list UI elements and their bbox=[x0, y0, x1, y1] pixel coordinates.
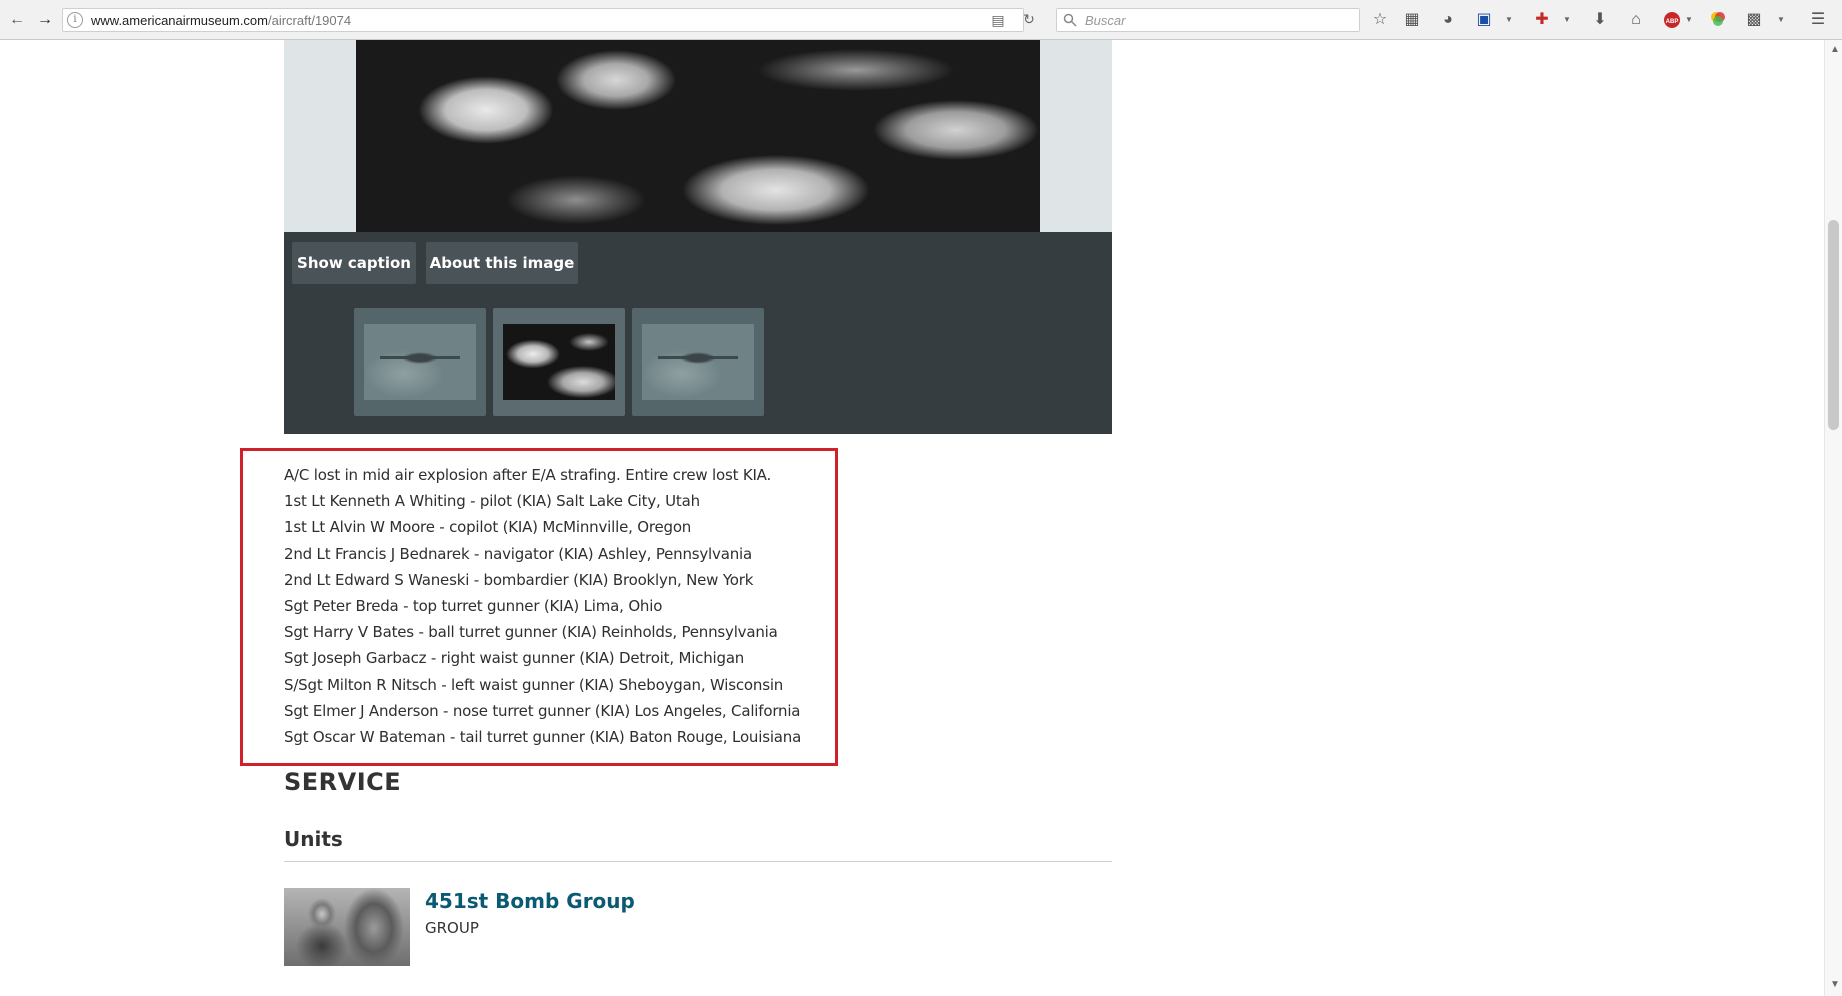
clipboard-icon[interactable]: ▩ bbox=[1744, 10, 1764, 30]
caption-line: Sgt Joseph Garbacz - right waist gunner … bbox=[284, 649, 745, 668]
about-image-button[interactable]: About this image bbox=[426, 242, 578, 284]
unit-photo[interactable] bbox=[284, 888, 410, 966]
search-bar[interactable]: Buscar bbox=[1056, 8, 1360, 32]
url-path: /aircraft/19074 bbox=[268, 13, 352, 28]
caption-line: Sgt Elmer J Anderson - nose turret gunne… bbox=[284, 701, 801, 720]
caption-line: Sgt Peter Breda - top turret gunner (KIA… bbox=[284, 596, 663, 615]
color-wheel-graphic bbox=[1711, 12, 1725, 26]
image-viewer bbox=[284, 40, 1112, 232]
clipboard-dropdown-icon[interactable]: ▼ bbox=[1776, 10, 1786, 30]
caption-line: 1st Lt Alvin W Moore - copilot (KIA) McM… bbox=[284, 518, 692, 537]
first-aid-icon[interactable]: ✚ bbox=[1532, 10, 1552, 30]
back-arrow-icon[interactable]: ← bbox=[6, 9, 28, 31]
browser-toolbar: ← → i www.americanairmuseum.com/aircraft… bbox=[0, 0, 1842, 40]
url-text[interactable]: www.americanairmuseum.com/aircraft/19074 bbox=[91, 13, 351, 28]
scroll-thumb[interactable] bbox=[1828, 220, 1839, 430]
unit-link[interactable]: 451st Bomb Group bbox=[425, 889, 635, 913]
hamburger-menu-icon[interactable]: ☰ bbox=[1808, 10, 1828, 30]
caption-line: A/C lost in mid air explosion after E/A … bbox=[284, 466, 772, 484]
home-icon[interactable]: ⌂ bbox=[1626, 10, 1646, 30]
adblock-dropdown-icon[interactable]: ▼ bbox=[1684, 10, 1694, 30]
pocket-icon[interactable]: ◕ bbox=[1438, 10, 1458, 30]
download-icon[interactable]: ⬇ bbox=[1590, 10, 1610, 30]
thumbnail-2[interactable] bbox=[493, 308, 625, 416]
thumbnail-image bbox=[364, 324, 476, 400]
image-controls-panel: Show caption About this image bbox=[284, 232, 1112, 434]
caption-line: 1st Lt Kenneth A Whiting - pilot (KIA) S… bbox=[284, 492, 700, 511]
save-disk-icon[interactable]: ▣ bbox=[1474, 10, 1494, 30]
units-heading: Units bbox=[284, 827, 343, 851]
thumbnail-image bbox=[503, 324, 615, 400]
first-aid-dropdown-icon[interactable]: ▼ bbox=[1562, 10, 1572, 30]
thumbnail-image bbox=[642, 324, 754, 400]
url-bar[interactable]: i www.americanairmuseum.com/aircraft/190… bbox=[62, 8, 1024, 32]
reload-icon[interactable]: ↻ bbox=[1020, 11, 1038, 27]
adblock-label: ABP bbox=[1666, 19, 1679, 25]
show-caption-button[interactable]: Show caption bbox=[292, 242, 416, 284]
thumbnail-3[interactable] bbox=[632, 308, 764, 416]
adblock-icon[interactable]: ABP bbox=[1662, 10, 1682, 30]
thumbnail-1[interactable] bbox=[354, 308, 486, 416]
section-divider bbox=[284, 861, 1112, 862]
caption-line: 2nd Lt Edward S Waneski - bombardier (KI… bbox=[284, 570, 754, 589]
caption-line: S/Sgt Milton R Nitsch - left waist gunne… bbox=[284, 675, 784, 694]
search-icon bbox=[1063, 13, 1077, 27]
search-placeholder: Buscar bbox=[1085, 13, 1126, 28]
caption-line: 2nd Lt Francis J Bednarek - navigator (K… bbox=[284, 544, 752, 563]
scroll-down-arrow-icon[interactable]: ▼ bbox=[1830, 979, 1840, 990]
aircraft-caption: A/C lost in mid air explosion after E/A … bbox=[284, 462, 844, 750]
caption-line: Sgt Oscar W Bateman - tail turret gunner… bbox=[284, 727, 802, 746]
caption-line: Sgt Harry V Bates - ball turret gunner (… bbox=[284, 623, 778, 642]
main-aircraft-photo[interactable] bbox=[356, 40, 1040, 232]
color-wheel-icon[interactable] bbox=[1708, 10, 1728, 30]
bookmarks-list-icon[interactable]: ▦ bbox=[1402, 10, 1422, 30]
scroll-up-arrow-icon[interactable]: ▲ bbox=[1830, 44, 1840, 55]
info-icon[interactable]: i bbox=[67, 12, 83, 28]
forward-arrow-icon[interactable]: → bbox=[34, 9, 56, 31]
bookmark-star-icon[interactable]: ☆ bbox=[1370, 10, 1390, 30]
service-heading: SERVICE bbox=[284, 768, 402, 796]
reader-view-icon[interactable]: ▤ bbox=[989, 12, 1007, 28]
unit-type-label: GROUP bbox=[425, 919, 479, 937]
save-dropdown-icon[interactable]: ▼ bbox=[1504, 10, 1514, 30]
adblock-badge-icon: ABP bbox=[1664, 12, 1680, 28]
vertical-scrollbar[interactable]: ▲ ▼ bbox=[1824, 40, 1842, 996]
url-domain: www.americanairmuseum.com bbox=[91, 13, 268, 28]
